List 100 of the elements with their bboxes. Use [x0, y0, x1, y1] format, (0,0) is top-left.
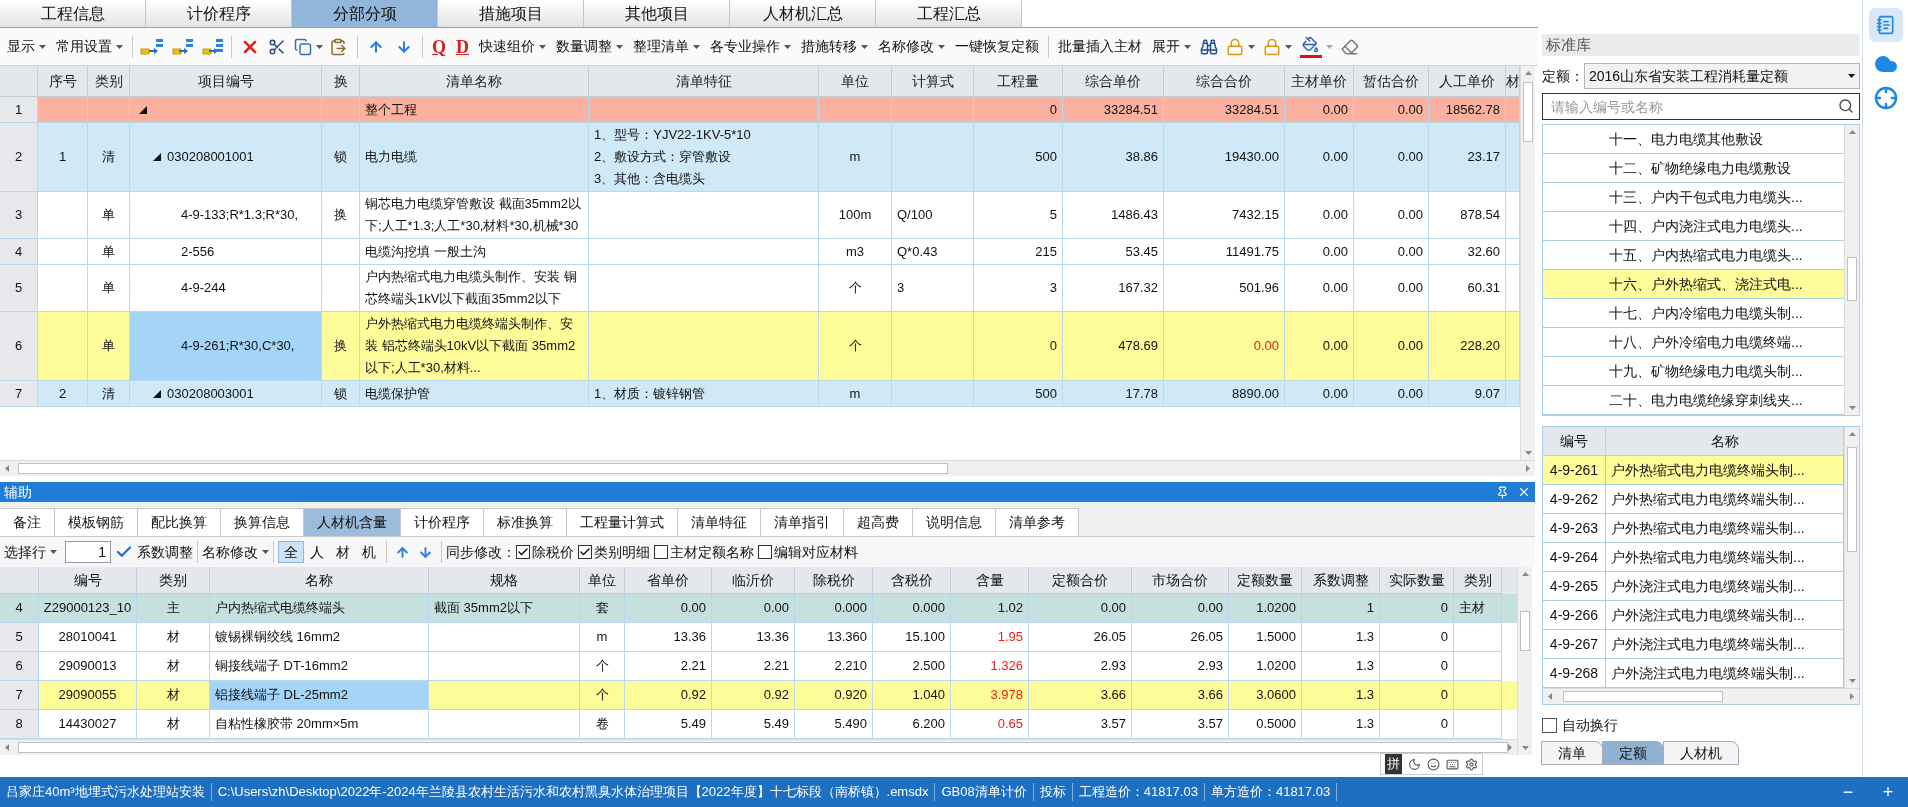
tab[interactable]: 工程信息 — [0, 0, 146, 27]
binoculars-icon[interactable] — [1200, 37, 1218, 56]
scroll-thumb[interactable] — [18, 742, 1508, 753]
quota-dropdown[interactable]: 2016山东省安装工程消耗量定额 — [1584, 63, 1860, 89]
letter-tool-button[interactable]: Q — [430, 37, 448, 56]
expand-triangle-icon[interactable] — [153, 153, 161, 161]
table-row[interactable]: 4-9-263 户外热缩式电力电缆终端头制... — [1543, 514, 1844, 543]
library-tool-button[interactable] — [1868, 8, 1903, 42]
scroll-thumb[interactable] — [1520, 611, 1530, 651]
insert-row-icon[interactable] — [170, 37, 194, 56]
tab[interactable]: 清单 — [1541, 741, 1603, 765]
tab[interactable]: 清单特征 — [677, 508, 761, 536]
checkbox[interactable] — [516, 545, 530, 559]
scissors-icon[interactable] — [268, 37, 286, 56]
horizontal-scrollbar[interactable] — [0, 739, 1517, 755]
table-row[interactable]: 4-9-266 户外浇注式电力电缆终端头制... — [1543, 601, 1844, 630]
toolbar-menu[interactable]: 显示 — [2, 33, 51, 60]
smile-icon[interactable] — [1427, 757, 1440, 771]
toolbar-menu[interactable]: 数量调整 — [551, 33, 628, 60]
scroll-thumb[interactable] — [18, 463, 948, 474]
table-row[interactable]: 4-9-264 户外热缩式电力电缆终端头制... — [1543, 543, 1844, 572]
scroll-thumb[interactable] — [1523, 82, 1533, 142]
table-row[interactable]: 4-9-268 户外浇注式电力电缆终端头制... — [1543, 659, 1844, 688]
table-row[interactable]: 7 29090055 材 铝接线端子 DL-25mm2 个 0.92 0.92 0.920 1.040 3.978 3.66 3.66 3.0600 1.3 0 — [0, 681, 1517, 710]
table-row[interactable]: 5 单 4-9-244 户内热缩式电力电缆头制作、安装 铜芯终端头1kV以下截面35mm2以下 个 3 3 167.32 501.96 0.00 0.00 60.31 — [0, 265, 1520, 312]
tab[interactable]: 备注 — [0, 508, 55, 536]
move-up-icon[interactable] — [368, 38, 384, 55]
tab[interactable]: 清单参考 — [995, 508, 1079, 536]
checkbox[interactable] — [578, 545, 592, 559]
table-row[interactable]: 4-9-265 户外浇注式电力电缆终端头制... — [1543, 572, 1844, 601]
coefficient-adjust-button[interactable]: 系数调整 — [115, 541, 193, 563]
toolbar-menu[interactable]: 整理清单 — [628, 33, 705, 60]
table-row[interactable]: 4 Z29000123_10 主 户内热缩式电缆终端头 截面 35mm2以下 套 0.00 0.00 0.000 0.000 1.02 0.00 0.00 1.0200 1 0 主材 — [0, 594, 1517, 623]
table-row[interactable]: 4 单 2-556 电缆沟挖填 一般土沟 m3 Q*0.43 215 53.45 11491.75 0.00 0.00 32.60 — [0, 239, 1520, 265]
scroll-thumb[interactable] — [1847, 257, 1857, 301]
table-row[interactable]: 1 整个工程 0 33284.51 33284.51 0.00 0.00 18562.78 — [0, 97, 1520, 123]
insert-row-icon[interactable] — [140, 37, 164, 56]
tab[interactable]: 说明信息 — [912, 508, 996, 536]
row-number-field[interactable]: 1 — [65, 541, 111, 563]
expand-triangle-icon[interactable] — [153, 389, 161, 398]
copy-icon[interactable] — [294, 37, 312, 56]
tab[interactable]: 标准换算 — [483, 508, 567, 536]
eraser-icon[interactable] — [1341, 37, 1359, 56]
zoom-button[interactable]: + — [1868, 778, 1908, 806]
scroll-thumb[interactable] — [1847, 447, 1857, 552]
toolbar-menu[interactable]: 展开 — [1147, 33, 1196, 60]
horizontal-scrollbar[interactable] — [1543, 688, 1859, 704]
pin-icon[interactable] — [1496, 485, 1509, 499]
checkbox-label[interactable]: 自动换行 — [1562, 714, 1618, 736]
tab[interactable]: 人材机 — [1663, 741, 1739, 765]
filter-toggle[interactable]: 机 — [356, 541, 382, 563]
toolbar-menu[interactable]: 快速组价 — [474, 33, 551, 60]
moon-icon[interactable] — [1408, 757, 1421, 771]
vertical-scrollbar[interactable] — [1844, 125, 1859, 415]
fill-color-icon[interactable] — [1300, 35, 1322, 58]
table-row[interactable]: 7 2 清 030208003001 锁 电缆保护管 1、材质：镀锌钢管 m 500 17.78 8890.00 0.00 0.00 9.07 — [0, 381, 1520, 407]
horizontal-scrollbar[interactable] — [0, 460, 1535, 476]
toolbar-menu[interactable]: 名称修改 — [873, 33, 950, 60]
filter-toggle[interactable]: 人 — [304, 541, 330, 563]
checkbox[interactable] — [1542, 717, 1557, 733]
toolbar-menu[interactable]: 批量插入主材 — [1053, 33, 1147, 60]
select-row-menu[interactable]: 选择行 — [4, 541, 57, 563]
tab[interactable]: 人材机含量 — [303, 508, 401, 536]
move-down-icon[interactable] — [396, 38, 412, 55]
ime-toolbar[interactable]: 拼 — [1380, 753, 1483, 775]
tab[interactable]: 工程量计算式 — [566, 508, 678, 536]
tab[interactable]: 分部分项 — [292, 0, 438, 27]
tab[interactable]: 计价程序 — [146, 0, 292, 27]
close-icon[interactable] — [1517, 485, 1531, 499]
expand-triangle-icon[interactable] — [139, 105, 147, 114]
tab[interactable]: 其他项目 — [584, 0, 730, 27]
table-row[interactable]: 4-9-262 户外热缩式电力电缆终端头制... — [1543, 485, 1844, 514]
toolbar-menu[interactable]: 常用设置 — [51, 33, 128, 60]
table-row[interactable]: 2 1 清 030208001001 锁 电力电缆 1、型号：YJV22-1KV-5*10 2、敷设方式：穿管敷设 3、其他：含电缆头 m 500 38.86 19430.00 0.00 0.00 23.17 — [0, 123, 1520, 192]
checkbox[interactable] — [654, 545, 668, 559]
tab[interactable]: 清单指引 — [760, 508, 844, 536]
tab[interactable]: 换算信息 — [220, 508, 304, 536]
toolbar-menu[interactable]: 各专业操作 — [705, 33, 796, 60]
tab[interactable]: 措施项目 — [438, 0, 584, 27]
lock-icon[interactable] — [1263, 37, 1281, 56]
move-down-icon[interactable] — [418, 544, 433, 560]
checkbox[interactable] — [758, 545, 772, 559]
lock-icon[interactable] — [1226, 37, 1244, 56]
tab[interactable]: 计价程序 — [400, 508, 484, 536]
tab[interactable]: 定额 — [1602, 741, 1664, 765]
filter-toggle[interactable]: 全 — [278, 541, 304, 563]
checkbox-label[interactable]: 编辑对应材料 — [774, 541, 858, 563]
rename-menu[interactable]: 名称修改 — [202, 541, 269, 563]
toolbar-menu[interactable]: 措施转移 — [796, 33, 873, 60]
crosshair-icon[interactable] — [1873, 86, 1898, 110]
search-icon[interactable] — [1838, 98, 1854, 114]
table-row[interactable]: 4-9-267 户外浇注式电力电缆终端头制... — [1543, 630, 1844, 659]
paste-icon[interactable] — [329, 37, 347, 56]
filter-toggle[interactable]: 材 — [330, 541, 356, 563]
vertical-scrollbar[interactable] — [1517, 567, 1532, 755]
vertical-scrollbar[interactable] — [1844, 427, 1859, 688]
checkbox-label[interactable]: 除税价 — [532, 541, 574, 563]
tab[interactable]: 配比换算 — [137, 508, 221, 536]
tab[interactable]: 模板钢筋 — [54, 508, 138, 536]
tab[interactable]: 超高费 — [843, 508, 913, 536]
